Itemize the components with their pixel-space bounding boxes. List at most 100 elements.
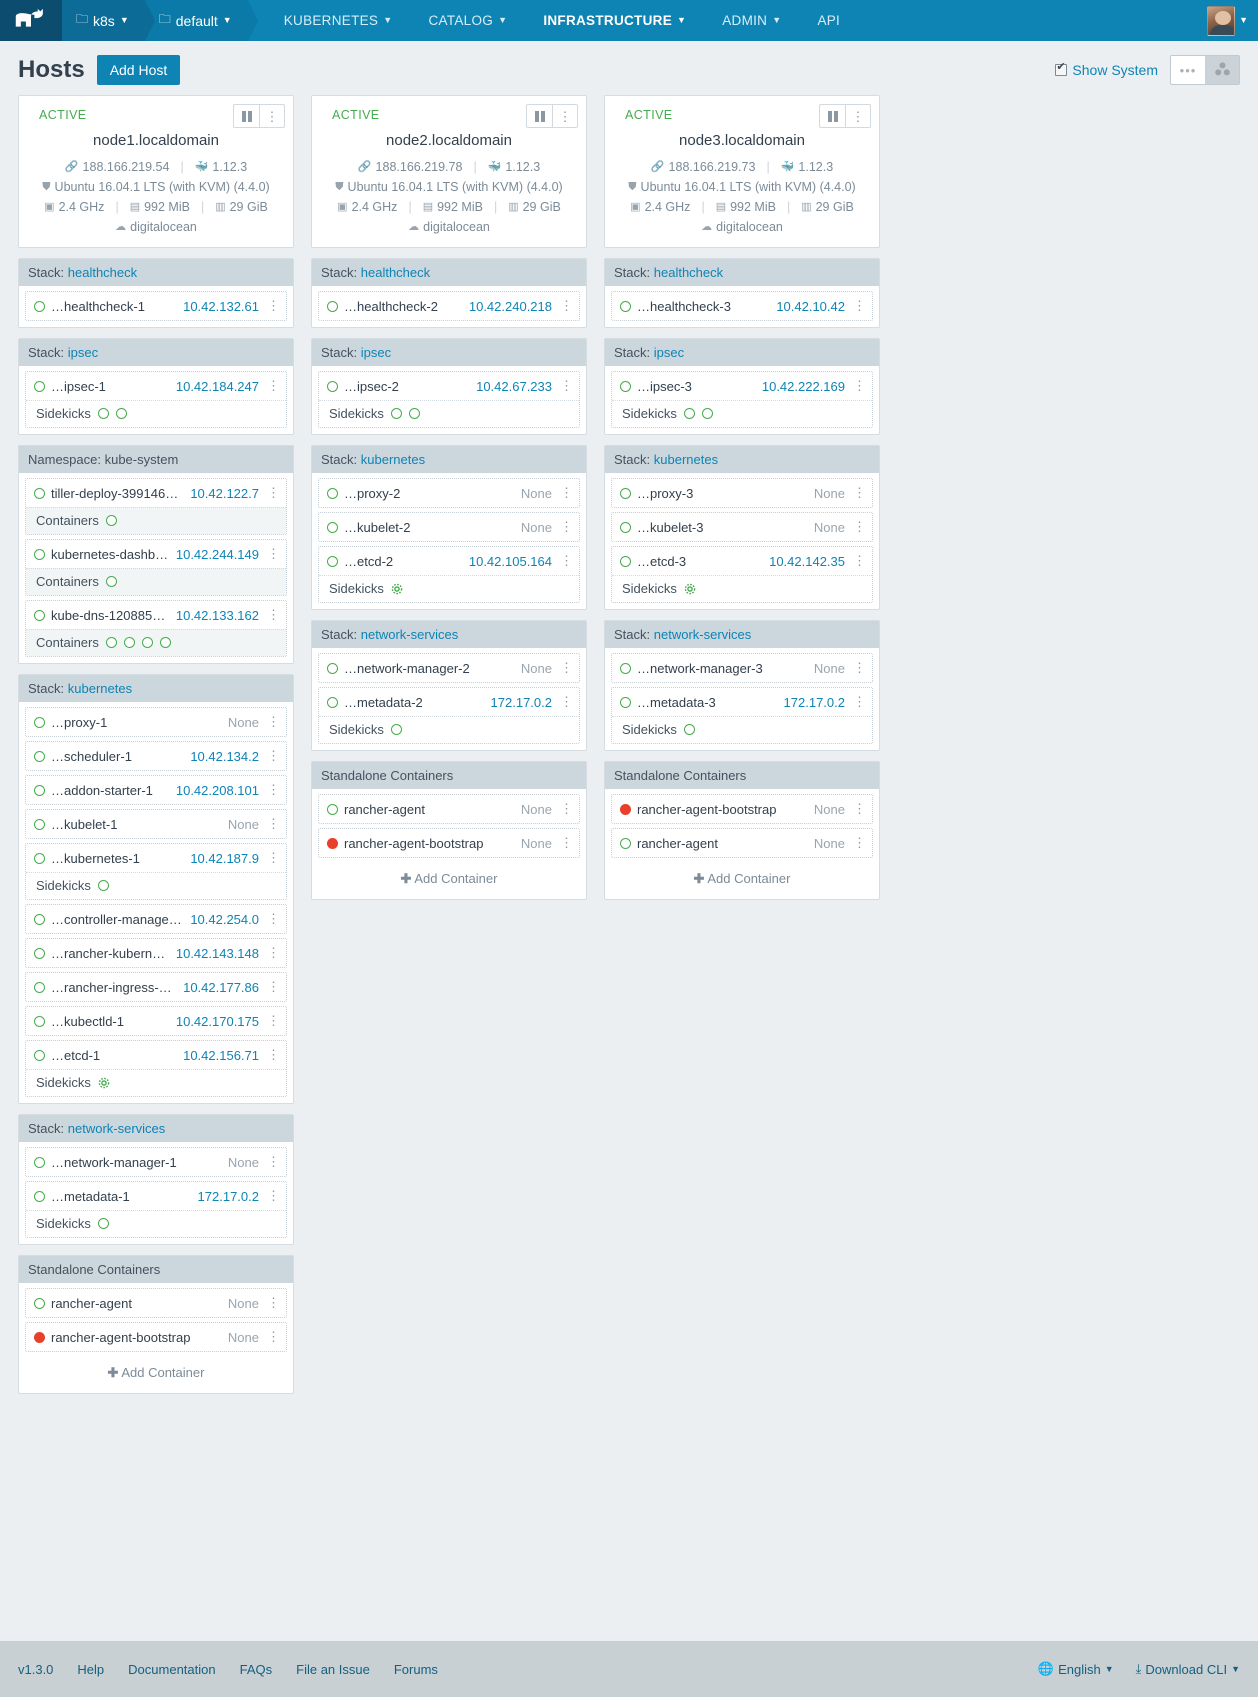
footer-link-help[interactable]: Help: [77, 1662, 104, 1677]
group-link[interactable]: healthcheck: [68, 265, 137, 280]
service-row[interactable]: …healthcheck-1 10.42.132.61 ⋮: [26, 292, 286, 320]
service-menu-button[interactable]: ⋮: [558, 660, 573, 676]
service-ip[interactable]: 10.42.134.2: [190, 749, 259, 764]
service-item[interactable]: …ipsec-3 10.42.222.169 ⋮ Sidekicks: [611, 371, 873, 428]
service-menu-button[interactable]: ⋮: [851, 298, 866, 314]
footer-link-documentation[interactable]: Documentation: [128, 1662, 215, 1677]
service-row[interactable]: …metadata-1 172.17.0.2 ⋮: [26, 1182, 286, 1210]
service-row[interactable]: rancher-agent-bootstrap None ⋮: [612, 795, 872, 823]
nav-item-kubernetes[interactable]: KUBERNETES ▼: [266, 0, 411, 41]
service-item[interactable]: …etcd-3 10.42.142.35 ⋮ Sidekicks: [611, 546, 873, 603]
service-row[interactable]: …kubernetes-1 10.42.187.9 ⋮: [26, 844, 286, 872]
host-menu-button[interactable]: ⋮: [259, 105, 284, 127]
service-item[interactable]: …metadata-1 172.17.0.2 ⋮ Sidekicks: [25, 1181, 287, 1238]
service-row[interactable]: …healthcheck-2 10.42.240.218 ⋮: [319, 292, 579, 320]
service-ip[interactable]: 10.42.143.148: [176, 946, 259, 961]
service-menu-button[interactable]: ⋮: [265, 782, 280, 798]
service-ip[interactable]: 10.42.240.218: [469, 299, 552, 314]
add-container-button[interactable]: ✚ Add Container: [25, 1356, 287, 1387]
service-row[interactable]: …ipsec-3 10.42.222.169 ⋮: [612, 372, 872, 400]
footer-link-faqs[interactable]: FAQs: [240, 1662, 273, 1677]
service-menu-button[interactable]: ⋮: [265, 485, 280, 501]
group-link[interactable]: ipsec: [68, 345, 98, 360]
service-item[interactable]: …etcd-1 10.42.156.71 ⋮ Sidekicks: [25, 1040, 287, 1097]
service-menu-button[interactable]: ⋮: [558, 801, 573, 817]
host-pause-button[interactable]: [527, 105, 552, 127]
service-item[interactable]: kube-dns-120885826… 10.42.133.162 ⋮ Contain…: [25, 600, 287, 657]
service-row[interactable]: …network-manager-2 None ⋮: [319, 654, 579, 682]
service-menu-button[interactable]: ⋮: [265, 714, 280, 730]
service-ip[interactable]: 10.42.254.0: [190, 912, 259, 927]
service-row[interactable]: …controller-manager-1 10.42.254.0 ⋮: [26, 905, 286, 933]
service-item[interactable]: tiller-deploy-39914684… 10.42.122.7 ⋮ Conta…: [25, 478, 287, 535]
service-ip[interactable]: 10.42.132.61: [183, 299, 259, 314]
group-link[interactable]: network-services: [361, 627, 459, 642]
group-link[interactable]: ipsec: [654, 345, 684, 360]
group-link[interactable]: network-services: [654, 627, 752, 642]
service-row[interactable]: …etcd-3 10.42.142.35 ⋮: [612, 547, 872, 575]
service-row[interactable]: …proxy-3 None ⋮: [612, 479, 872, 507]
language-selector[interactable]: 🌐 English ▼: [1038, 1661, 1114, 1677]
service-menu-button[interactable]: ⋮: [265, 1047, 280, 1063]
nav-item-admin[interactable]: ADMIN ▼: [704, 0, 799, 41]
service-menu-button[interactable]: ⋮: [265, 298, 280, 314]
user-menu-button[interactable]: ▼: [1207, 5, 1248, 36]
view-group-button[interactable]: [1205, 56, 1239, 84]
service-item[interactable]: rancher-agent-bootstrap None ⋮: [611, 794, 873, 824]
service-menu-button[interactable]: ⋮: [851, 485, 866, 501]
service-ip[interactable]: 10.42.67.233: [476, 379, 552, 394]
add-container-button[interactable]: ✚ Add Container: [611, 862, 873, 893]
service-item[interactable]: rancher-agent None ⋮: [611, 828, 873, 858]
add-container-button[interactable]: ✚ Add Container: [318, 862, 580, 893]
service-item[interactable]: …ipsec-1 10.42.184.247 ⋮ Sidekicks: [25, 371, 287, 428]
host-menu-button[interactable]: ⋮: [845, 105, 870, 127]
service-item[interactable]: …metadata-2 172.17.0.2 ⋮ Sidekicks: [318, 687, 580, 744]
service-ip[interactable]: 172.17.0.2: [198, 1189, 259, 1204]
service-row[interactable]: …kubelet-1 None ⋮: [26, 810, 286, 838]
env-cluster-selector[interactable]: 🗀 k8s ▼: [62, 0, 155, 41]
service-menu-button[interactable]: ⋮: [558, 835, 573, 851]
service-menu-button[interactable]: ⋮: [851, 519, 866, 535]
service-item[interactable]: …rancher-ingress-cont… 10.42.177.86 ⋮: [25, 972, 287, 1002]
service-item[interactable]: rancher-agent None ⋮: [318, 794, 580, 824]
service-row[interactable]: rancher-agent-bootstrap None ⋮: [26, 1323, 286, 1351]
service-item[interactable]: rancher-agent-bootstrap None ⋮: [25, 1322, 287, 1352]
service-item[interactable]: …kubernetes-1 10.42.187.9 ⋮ Sidekicks: [25, 843, 287, 900]
service-menu-button[interactable]: ⋮: [558, 298, 573, 314]
service-menu-button[interactable]: ⋮: [265, 911, 280, 927]
service-menu-button[interactable]: ⋮: [851, 835, 866, 851]
service-menu-button[interactable]: ⋮: [265, 1295, 280, 1311]
host-name[interactable]: node3.localdomain: [613, 132, 871, 149]
service-ip[interactable]: 10.42.122.7: [190, 486, 259, 501]
nav-item-catalog[interactable]: CATALOG ▼: [410, 0, 525, 41]
group-link[interactable]: kubernetes: [68, 681, 132, 696]
footer-link-file-an-issue[interactable]: File an Issue: [296, 1662, 370, 1677]
group-link[interactable]: healthcheck: [361, 265, 430, 280]
service-row[interactable]: tiller-deploy-39914684… 10.42.122.7 ⋮: [26, 479, 286, 507]
service-item[interactable]: …network-manager-2 None ⋮: [318, 653, 580, 683]
service-menu-button[interactable]: ⋮: [265, 607, 280, 623]
footer-link-forums[interactable]: Forums: [394, 1662, 438, 1677]
service-ip[interactable]: 10.42.10.42: [776, 299, 845, 314]
service-ip[interactable]: 10.42.187.9: [190, 851, 259, 866]
show-system-checkbox[interactable]: [1055, 62, 1068, 76]
service-row[interactable]: …metadata-3 172.17.0.2 ⋮: [612, 688, 872, 716]
service-row[interactable]: …kubelet-3 None ⋮: [612, 513, 872, 541]
service-item[interactable]: …proxy-1 None ⋮: [25, 707, 287, 737]
service-item[interactable]: …kubelet-2 None ⋮: [318, 512, 580, 542]
service-row[interactable]: kube-dns-120885826… 10.42.133.162 ⋮: [26, 601, 286, 629]
service-row[interactable]: rancher-agent None ⋮: [612, 829, 872, 857]
service-row[interactable]: rancher-agent-bootstrap None ⋮: [319, 829, 579, 857]
service-menu-button[interactable]: ⋮: [265, 850, 280, 866]
service-ip[interactable]: 10.42.208.101: [176, 783, 259, 798]
service-menu-button[interactable]: ⋮: [851, 801, 866, 817]
service-item[interactable]: …kubelet-3 None ⋮: [611, 512, 873, 542]
service-item[interactable]: …healthcheck-2 10.42.240.218 ⋮: [318, 291, 580, 321]
service-item[interactable]: …kubectld-1 10.42.170.175 ⋮: [25, 1006, 287, 1036]
service-ip[interactable]: 10.42.156.71: [183, 1048, 259, 1063]
service-menu-button[interactable]: ⋮: [265, 1154, 280, 1170]
group-link[interactable]: kubernetes: [361, 452, 425, 467]
service-ip[interactable]: 10.42.222.169: [762, 379, 845, 394]
service-row[interactable]: …metadata-2 172.17.0.2 ⋮: [319, 688, 579, 716]
nav-item-api[interactable]: API: [799, 0, 858, 41]
